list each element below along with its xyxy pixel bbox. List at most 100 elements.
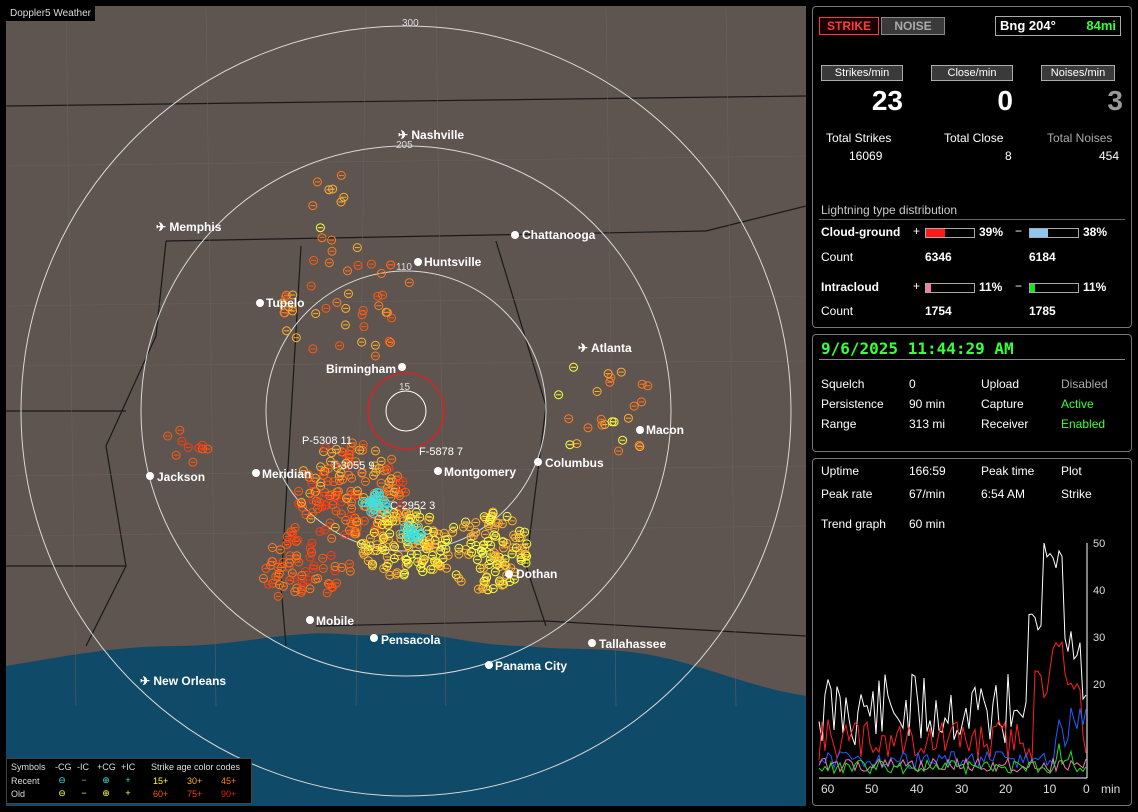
cg-positive-bar bbox=[925, 228, 975, 238]
trend-line bbox=[818, 743, 1087, 776]
minus-icon: − bbox=[81, 788, 87, 798]
strike-mode-button[interactable]: STRIKE bbox=[819, 17, 879, 35]
map-title: Doppler5 Weather bbox=[6, 6, 95, 21]
divider bbox=[819, 359, 1125, 360]
city-macon: Macon bbox=[646, 423, 684, 437]
uptime-value: 166:59 bbox=[909, 464, 946, 478]
capture-value: Active bbox=[1061, 397, 1094, 411]
trend-line bbox=[818, 640, 1087, 761]
city-markers: ✈ Nashville ✈ Memphis Chattanooga Huntsv… bbox=[140, 128, 684, 688]
city-dothan: Dothan bbox=[516, 567, 557, 581]
legend-age-title: Strike age color codes bbox=[151, 762, 241, 772]
x-tick-label: 0 bbox=[1083, 782, 1090, 796]
upload-label: Upload bbox=[981, 377, 1020, 391]
peak-rate-label: Peak rate bbox=[821, 487, 873, 501]
total-strikes-label: Total Strikes bbox=[826, 131, 892, 145]
x-tick-label: 30 bbox=[955, 782, 969, 796]
city-dot-dothan bbox=[505, 570, 513, 578]
storm-label: T-3055 9 bbox=[331, 460, 374, 472]
city-montgomery: Montgomery bbox=[444, 465, 516, 479]
total-strikes-value: 16069 bbox=[849, 149, 883, 163]
city-dot-tallahassee bbox=[588, 639, 596, 647]
legend-old-label: Old bbox=[11, 789, 26, 799]
city-tallahassee: Tallahassee bbox=[599, 637, 666, 651]
city-columbus: Columbus bbox=[545, 456, 604, 470]
total-noises-value: 454 bbox=[1099, 149, 1120, 163]
county-lines bbox=[6, 6, 806, 707]
total-close-label: Total Close bbox=[944, 131, 1004, 145]
city-new-orleans: ✈ New Orleans bbox=[140, 674, 226, 688]
strikes-per-min-header: Strikes/min bbox=[821, 65, 903, 81]
storm-label: C-2952 3 bbox=[390, 500, 435, 512]
city-tupelo: Tupelo bbox=[266, 296, 304, 310]
legend-age-45: 45+ bbox=[221, 776, 237, 786]
minus-circle-icon: ⊖ bbox=[58, 775, 66, 785]
noises-per-min-value: 3 bbox=[1107, 85, 1123, 116]
city-dot-tupelo bbox=[256, 299, 264, 307]
capture-label: Capture bbox=[981, 397, 1024, 411]
divider bbox=[819, 219, 1125, 220]
total-close-value: 8 bbox=[1005, 149, 1012, 163]
city-dot-chattanooga bbox=[511, 231, 519, 239]
ic-count-label: Count bbox=[821, 304, 854, 318]
distribution-title: Lightning type distribution bbox=[821, 203, 958, 217]
legend-age-15: 15+ bbox=[153, 776, 169, 786]
receiver-value: Enabled bbox=[1061, 417, 1106, 431]
ic-positive-count: 1754 bbox=[925, 304, 952, 318]
plus-circle-icon: ⊕ bbox=[102, 775, 110, 785]
persistence-value: 90 min bbox=[909, 397, 946, 411]
cg-negative-bar bbox=[1029, 228, 1079, 238]
plus-icon: + bbox=[125, 788, 131, 798]
cg-negative-count: 6184 bbox=[1029, 250, 1056, 264]
plus-icon: + bbox=[125, 775, 131, 785]
city-birmingham: Birmingham bbox=[326, 362, 396, 376]
storm-label: F-5878 7 bbox=[419, 446, 463, 458]
cg-positive-count: 6346 bbox=[925, 250, 952, 264]
current-datetime: 9/6/2025 11:44:29 AM bbox=[821, 339, 1014, 358]
city-atlanta: ✈ Atlanta bbox=[578, 341, 632, 355]
close-per-min-value: 0 bbox=[997, 85, 1013, 116]
ic-plus-sign: + bbox=[913, 279, 921, 293]
x-unit-label: min bbox=[1101, 782, 1120, 796]
ic-positive-bar bbox=[925, 283, 975, 293]
status-panel: 9/6/2025 11:44:29 AM Squelch 0 Upload Di… bbox=[812, 334, 1132, 452]
city-pensacola: Pensacola bbox=[381, 633, 441, 647]
trend-graph-label: Trend graph bbox=[821, 517, 886, 531]
city-mobile: Mobile bbox=[316, 614, 354, 628]
cg-count-label: Count bbox=[821, 250, 854, 264]
y-tick-label: 20 bbox=[1093, 679, 1105, 691]
y-tick-label: 30 bbox=[1093, 632, 1105, 644]
legend-col-pos-cg: +CG bbox=[97, 762, 116, 772]
legend-symbols-label: Symbols bbox=[11, 762, 46, 772]
range-label-300: 300 bbox=[402, 18, 419, 29]
peak-rate-value: 67/min bbox=[909, 487, 946, 501]
cg-plus-sign: + bbox=[913, 224, 921, 238]
legend-age-60: 60+ bbox=[153, 789, 169, 799]
trend-graph: 50 40 30 20 60 50 40 30 20 10 0 min bbox=[818, 538, 1120, 796]
ic-positive-percent: 11% bbox=[979, 280, 1003, 294]
squelch-value: 0 bbox=[909, 377, 916, 391]
city-meridian: Meridian bbox=[262, 467, 311, 481]
city-huntsville: Huntsville bbox=[424, 255, 482, 269]
city-dot-panama-city bbox=[485, 661, 493, 669]
center-ring bbox=[385, 390, 427, 432]
noise-mode-button[interactable]: NOISE bbox=[881, 17, 945, 35]
lightning-map[interactable]: 300 205 110 15 ✈ Nashville ✈ Memphis Cha… bbox=[6, 6, 806, 806]
x-tick-label: 20 bbox=[999, 782, 1013, 796]
distance-value: 84mi bbox=[1086, 18, 1116, 33]
city-dot-mobile bbox=[306, 616, 314, 624]
legend-age-90: 90+ bbox=[221, 789, 237, 799]
city-dot-jackson bbox=[146, 472, 154, 480]
plot-value[interactable]: Strike bbox=[1061, 487, 1092, 501]
noises-per-min-header: Noises/min bbox=[1041, 65, 1115, 81]
city-dot-huntsville bbox=[414, 258, 422, 266]
squelch-label: Squelch bbox=[821, 377, 865, 391]
city-dot-meridian bbox=[252, 469, 260, 477]
strike-stats-panel: STRIKE NOISE Bng 204° 84mi Strikes/min C… bbox=[812, 6, 1132, 328]
x-tick-label: 50 bbox=[865, 782, 879, 796]
city-jackson: Jackson bbox=[157, 470, 205, 484]
strikes-per-min-value: 23 bbox=[871, 85, 903, 116]
range-value: 313 mi bbox=[909, 417, 946, 431]
uptime-label: Uptime bbox=[821, 464, 860, 478]
map-legend: Symbols -CG -IC +CG +IC Strike age color… bbox=[6, 758, 252, 804]
